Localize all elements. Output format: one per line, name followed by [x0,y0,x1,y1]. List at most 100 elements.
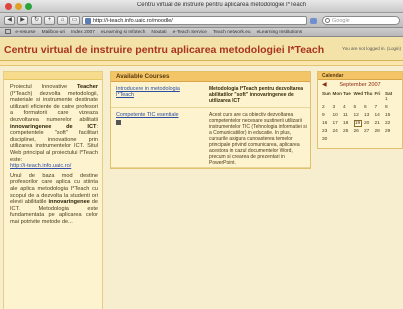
calendar-day[interactable]: 23 [322,128,333,136]
calendar-day[interactable]: 24 [333,128,344,136]
calendar-day[interactable]: 8 [385,104,396,112]
calendar-day [364,136,375,144]
minimize-window-icon[interactable] [15,3,22,10]
calendar-day[interactable]: 4 [343,104,354,112]
site-header: Centru virtual de instruire pentru aplic… [0,37,403,61]
calendar-today[interactable]: 19 [353,120,362,127]
calendar-day [375,96,386,104]
calendar-day[interactable]: 28 [375,128,386,136]
calendar-day[interactable]: 20 [364,120,375,128]
reload-button[interactable]: ↻ [31,16,42,25]
calendar-day[interactable]: 5 [354,104,365,112]
calendar-day[interactable]: 26 [354,128,365,136]
available-courses-block: Available Courses Introducere in metodol… [110,71,311,169]
project-site-link[interactable]: http://i-teach.info.uaic.ro/ [10,163,71,169]
bookmark-item[interactable]: e-Teach Service [173,30,207,35]
calendar-day[interactable]: 17 [333,120,344,128]
body-text: : competentele "soft" facilitari discipl… [10,123,98,163]
bookmark-item[interactable]: e-resurse [15,30,35,35]
calendar-day[interactable]: 11 [343,112,354,120]
bookmark-item[interactable]: Mailbox-uri [42,30,65,35]
calendar-day [354,96,365,104]
forward-button[interactable]: ▶ [17,16,28,25]
calendar-day[interactable]: 15 [385,112,396,120]
calendar-week: 30 [318,136,402,144]
calendar-day[interactable]: 21 [375,120,386,128]
course-description: Metodologia I*Teach pentru dezvoltarea a… [209,86,304,104]
bookmark-item[interactable]: Teach network.eu [213,30,251,35]
emphasis-text: innovaringenee de ICT [10,123,97,130]
body-text: Proiectul Innovative [10,84,77,90]
calendar-day [364,96,375,104]
calendar-heading: Calendar [318,72,402,80]
web-page: Centru virtual de instruire pentru aplic… [0,37,403,309]
search-field[interactable]: Google [322,16,400,25]
course-link[interactable]: Introducere in metodologia I*Teach [116,86,198,98]
tab-button[interactable]: ▭ [69,16,80,25]
add-bookmark-button[interactable]: + [44,16,55,25]
bookmark-item[interactable]: Noutati [151,30,166,35]
bookmark-item[interactable]: eLearning si Infotech [101,30,146,35]
close-window-icon[interactable] [5,3,12,10]
calendar-day[interactable]: 12 [354,112,365,120]
rss-icon[interactable] [310,18,317,24]
calendar-week: 1 [318,96,402,104]
calendar-day [354,136,365,144]
intro-block-header [4,72,102,80]
previous-month-icon[interactable]: ◀ [322,80,327,91]
course-row: Introducere in metodologia I*Teach Metod… [111,82,310,108]
calendar-day[interactable]: 1 [385,96,396,104]
bookmark-item[interactable]: Index 2007 [71,30,95,35]
calendar-week: 16 17 18 19 20 21 22 [318,120,402,128]
calendar-day[interactable]: 13 [364,112,375,120]
calendar-day[interactable]: 14 [375,112,386,120]
calendar-week: 9 10 11 12 13 14 15 [318,112,402,120]
intro-text: Proiectul Innovative Teacher (I*Teach) d… [10,84,98,225]
calendar-day[interactable]: 18 [343,120,354,128]
calendar-day[interactable]: 25 [343,128,354,136]
address-bar[interactable]: http://i-teach.info.uaic.ro/moodle/ [82,16,307,25]
calendar-day [375,136,386,144]
calendar-day[interactable]: 7 [375,104,386,112]
browser-window: Centru virtual de instruire pentru aplic… [0,0,403,309]
calendar-day[interactable]: 29 [385,128,396,136]
home-button[interactable]: ⌂ [57,16,68,25]
body-text: (I*Teach) dezvolta metodologii, material… [10,90,98,123]
window-titlebar: Centru virtual de instruire pentru aplic… [0,0,403,13]
site-favicon-icon [85,18,91,24]
calendar-day[interactable]: 2 [322,104,333,112]
calendar-day[interactable]: 30 [322,136,333,144]
window-title: Centru virtual de instruire pentru aplic… [136,2,307,8]
calendar-month-row: ◀ September 2007 [318,80,402,91]
calendar-day[interactable]: 27 [364,128,375,136]
calendar-block: Calendar ◀ September 2007 Sun Mon Tue Wed Th… [317,71,403,149]
intro-block: Proiectul Innovative Teacher (I*Teach) d… [3,71,103,309]
calendar-day[interactable]: 10 [333,112,344,120]
zoom-window-icon[interactable] [25,3,32,10]
bookmark-item[interactable]: eLearning Institutions [257,30,303,35]
bookmarks-book-icon[interactable] [5,29,11,35]
calendar-day[interactable]: 3 [333,104,344,112]
calendar-day [333,136,344,144]
course-description: Acest curs are ca obiectiv dezvoltarea c… [209,112,307,166]
navbar-strip [0,61,403,66]
guest-access-icon [116,120,121,126]
calendar-day [333,96,344,104]
search-icon [325,18,330,23]
address-bar-url: http://i-teach.info.uaic.ro/moodle/ [93,18,173,24]
calendar-day[interactable]: 16 [322,120,333,128]
calendar-day[interactable]: 22 [385,120,396,128]
course-link-2[interactable]: Competente TIC esentiale [116,112,198,126]
emphasis-text: innovaringenee [48,199,90,206]
calendar-day [385,136,396,144]
calendar-day[interactable]: 6 [364,104,375,112]
emphasis-text: Teacher [76,84,98,90]
calendar-day [343,136,354,144]
browser-toolbar: ◀ ▶ ↻ + ⌂ ▭ http://i-teach.info.uaic.ro/… [0,13,403,28]
back-button[interactable]: ◀ [4,16,15,25]
calendar-day[interactable]: 9 [322,112,333,120]
course-name[interactable]: Competente TIC esentiale [116,112,179,118]
login-info[interactable]: You are not logged in. (Login) [342,46,401,51]
available-courses-heading: Available Courses [111,72,310,82]
calendar-grid: 1 2 3 4 5 6 7 8 9 10 11 12 13 14 15 16 17 18 19 20 21 22 23 24 2… [318,96,402,144]
